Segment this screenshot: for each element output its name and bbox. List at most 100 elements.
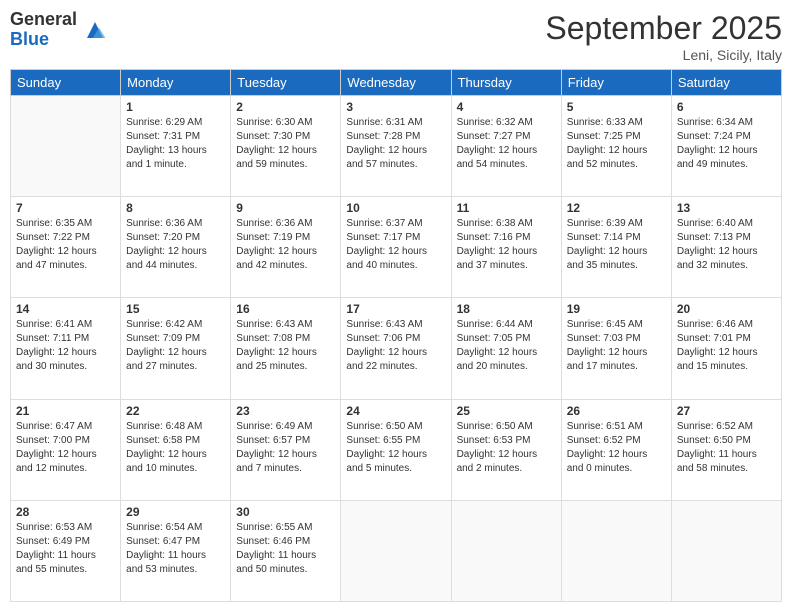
day-info: Sunrise: 6:43 AM Sunset: 7:08 PM Dayligh…: [236, 318, 335, 374]
day-number: 18: [457, 302, 556, 316]
col-thursday: Thursday: [451, 70, 561, 96]
table-row: 22 Sunrise: 6:48 AM Sunset: 6:58 PM Dayli…: [121, 399, 231, 500]
calendar-week-row: 7 Sunrise: 6:35 AM Sunset: 7:22 PM Daylig…: [11, 197, 782, 298]
day-number: 12: [567, 201, 666, 215]
day-number: 3: [346, 100, 445, 114]
day-info: Sunrise: 6:47 AM Sunset: 7:00 PM Dayligh…: [16, 420, 115, 476]
calendar-week-row: 28 Sunrise: 6:53 AM Sunset: 6:49 PM Dayli…: [11, 500, 782, 601]
day-number: 16: [236, 302, 335, 316]
logo-general: General: [10, 10, 77, 30]
day-info: Sunrise: 6:33 AM Sunset: 7:25 PM Dayligh…: [567, 116, 666, 172]
day-info: Sunrise: 6:39 AM Sunset: 7:14 PM Dayligh…: [567, 217, 666, 273]
table-row: 14 Sunrise: 6:41 AM Sunset: 7:11 PM Dayli…: [11, 298, 121, 399]
table-row: [671, 500, 781, 601]
table-row: 17Sunrise: 6:43 AM Sunset: 7:06 PM Dayli…: [341, 298, 451, 399]
day-info: Sunrise: 6:53 AM Sunset: 6:49 PM Dayligh…: [16, 521, 115, 577]
table-row: 28 Sunrise: 6:53 AM Sunset: 6:49 PM Dayli…: [11, 500, 121, 601]
day-info: Sunrise: 6:36 AM Sunset: 7:20 PM Dayligh…: [126, 217, 225, 273]
table-row: 25 Sunrise: 6:50 AM Sunset: 6:53 PM Dayli…: [451, 399, 561, 500]
day-info: Sunrise: 6:49 AM Sunset: 6:57 PM Dayligh…: [236, 420, 335, 476]
table-row: 20 Sunrise: 6:46 AM Sunset: 7:01 PM Dayli…: [671, 298, 781, 399]
col-tuesday: Tuesday: [231, 70, 341, 96]
col-friday: Friday: [561, 70, 671, 96]
calendar-table: Sunday Monday Tuesday Wednesday Thursday…: [10, 69, 782, 602]
day-number: 6: [677, 100, 776, 114]
day-number: 11: [457, 201, 556, 215]
day-info: Sunrise: 6:29 AM Sunset: 7:31 PM Dayligh…: [126, 116, 225, 172]
title-block: September 2025 Leni, Sicily, Italy: [545, 10, 782, 63]
table-row: 7 Sunrise: 6:35 AM Sunset: 7:22 PM Daylig…: [11, 197, 121, 298]
day-info: Sunrise: 6:50 AM Sunset: 6:55 PM Dayligh…: [346, 420, 445, 476]
location: Leni, Sicily, Italy: [545, 47, 782, 63]
day-number: 21: [16, 404, 115, 418]
day-number: 13: [677, 201, 776, 215]
day-number: 10: [346, 201, 445, 215]
day-info: Sunrise: 6:35 AM Sunset: 7:22 PM Dayligh…: [16, 217, 115, 273]
page: General Blue September 2025 Leni, Sicily…: [0, 0, 792, 612]
table-row: 30Sunrise: 6:55 AM Sunset: 6:46 PM Dayli…: [231, 500, 341, 601]
day-number: 7: [16, 201, 115, 215]
table-row: 12 Sunrise: 6:39 AM Sunset: 7:14 PM Dayli…: [561, 197, 671, 298]
header: General Blue September 2025 Leni, Sicily…: [10, 10, 782, 63]
month-title: September 2025: [545, 10, 782, 47]
day-info: Sunrise: 6:44 AM Sunset: 7:05 PM Dayligh…: [457, 318, 556, 374]
day-number: 28: [16, 505, 115, 519]
day-info: Sunrise: 6:37 AM Sunset: 7:17 PM Dayligh…: [346, 217, 445, 273]
table-row: 3 Sunrise: 6:31 AM Sunset: 7:28 PM Daylig…: [341, 96, 451, 197]
table-row: 6 Sunrise: 6:34 AM Sunset: 7:24 PM Daylig…: [671, 96, 781, 197]
day-number: 24: [346, 404, 445, 418]
col-sunday: Sunday: [11, 70, 121, 96]
day-info: Sunrise: 6:30 AM Sunset: 7:30 PM Dayligh…: [236, 116, 335, 172]
table-row: 18 Sunrise: 6:44 AM Sunset: 7:05 PM Dayli…: [451, 298, 561, 399]
day-info: Sunrise: 6:48 AM Sunset: 6:58 PM Dayligh…: [126, 420, 225, 476]
day-number: 8: [126, 201, 225, 215]
day-number: 14: [16, 302, 115, 316]
day-info: Sunrise: 6:55 AM Sunset: 6:46 PM Dayligh…: [236, 521, 335, 577]
day-info: Sunrise: 6:50 AM Sunset: 6:53 PM Dayligh…: [457, 420, 556, 476]
table-row: 29Sunrise: 6:54 AM Sunset: 6:47 PM Dayli…: [121, 500, 231, 601]
day-number: 22: [126, 404, 225, 418]
day-number: 9: [236, 201, 335, 215]
day-number: 23: [236, 404, 335, 418]
day-info: Sunrise: 6:46 AM Sunset: 7:01 PM Dayligh…: [677, 318, 776, 374]
table-row: 9Sunrise: 6:36 AM Sunset: 7:19 PM Daylig…: [231, 197, 341, 298]
col-wednesday: Wednesday: [341, 70, 451, 96]
day-info: Sunrise: 6:41 AM Sunset: 7:11 PM Dayligh…: [16, 318, 115, 374]
day-number: 5: [567, 100, 666, 114]
col-monday: Monday: [121, 70, 231, 96]
day-number: 25: [457, 404, 556, 418]
day-number: 20: [677, 302, 776, 316]
table-row: 16 Sunrise: 6:43 AM Sunset: 7:08 PM Dayli…: [231, 298, 341, 399]
day-number: 29: [126, 505, 225, 519]
table-row: [561, 500, 671, 601]
table-row: 8 Sunrise: 6:36 AM Sunset: 7:20 PM Daylig…: [121, 197, 231, 298]
logo: General Blue: [10, 10, 107, 50]
table-row: 26 Sunrise: 6:51 AM Sunset: 6:52 PM Dayli…: [561, 399, 671, 500]
table-row: 23 Sunrise: 6:49 AM Sunset: 6:57 PM Dayli…: [231, 399, 341, 500]
day-number: 26: [567, 404, 666, 418]
day-info: Sunrise: 6:34 AM Sunset: 7:24 PM Dayligh…: [677, 116, 776, 172]
table-row: 15 Sunrise: 6:42 AM Sunset: 7:09 PM Dayli…: [121, 298, 231, 399]
day-number: 2: [236, 100, 335, 114]
day-info: Sunrise: 6:31 AM Sunset: 7:28 PM Dayligh…: [346, 116, 445, 172]
table-row: [11, 96, 121, 197]
logo-text: General Blue: [10, 10, 77, 50]
day-info: Sunrise: 6:42 AM Sunset: 7:09 PM Dayligh…: [126, 318, 225, 374]
day-number: 1: [126, 100, 225, 114]
day-number: 4: [457, 100, 556, 114]
day-info: Sunrise: 6:45 AM Sunset: 7:03 PM Dayligh…: [567, 318, 666, 374]
day-info: Sunrise: 6:38 AM Sunset: 7:16 PM Dayligh…: [457, 217, 556, 273]
calendar-week-row: 1 Sunrise: 6:29 AM Sunset: 7:31 PM Daylig…: [11, 96, 782, 197]
day-number: 15: [126, 302, 225, 316]
table-row: 13Sunrise: 6:40 AM Sunset: 7:13 PM Dayli…: [671, 197, 781, 298]
col-saturday: Saturday: [671, 70, 781, 96]
calendar-week-row: 14 Sunrise: 6:41 AM Sunset: 7:11 PM Dayli…: [11, 298, 782, 399]
table-row: 1 Sunrise: 6:29 AM Sunset: 7:31 PM Daylig…: [121, 96, 231, 197]
table-row: [341, 500, 451, 601]
day-info: Sunrise: 6:51 AM Sunset: 6:52 PM Dayligh…: [567, 420, 666, 476]
table-row: 11 Sunrise: 6:38 AM Sunset: 7:16 PM Dayli…: [451, 197, 561, 298]
calendar-week-row: 21 Sunrise: 6:47 AM Sunset: 7:00 PM Dayli…: [11, 399, 782, 500]
day-info: Sunrise: 6:52 AM Sunset: 6:50 PM Dayligh…: [677, 420, 776, 476]
table-row: 27Sunrise: 6:52 AM Sunset: 6:50 PM Dayli…: [671, 399, 781, 500]
table-row: 21 Sunrise: 6:47 AM Sunset: 7:00 PM Dayli…: [11, 399, 121, 500]
